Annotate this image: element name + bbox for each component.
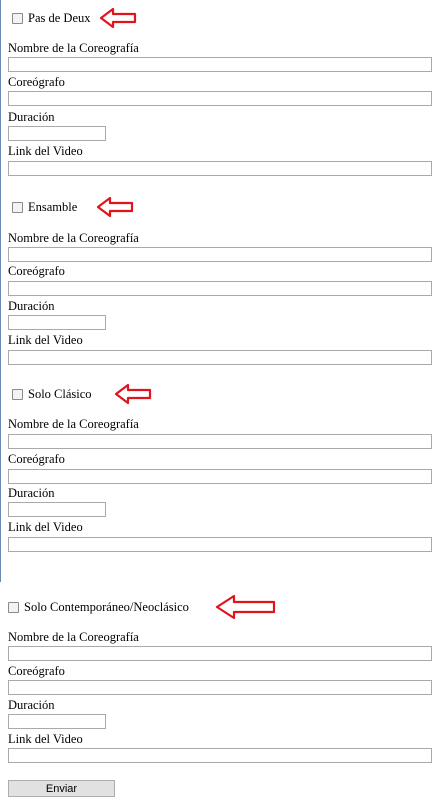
left-edge-line	[0, 0, 1, 582]
coreografo-input[interactable]	[8, 281, 432, 296]
nombre-label: Nombre de la Coreografía	[8, 417, 139, 431]
duracion-label: Duración	[8, 299, 55, 313]
nombre-label: Nombre de la Coreografía	[8, 630, 139, 644]
link-label: Link del Video	[8, 520, 83, 534]
checkbox-row-pas-de-deux[interactable]: Pas de Deux	[12, 11, 91, 26]
nombre-input[interactable]	[8, 247, 432, 262]
duracion-input[interactable]	[8, 502, 106, 517]
annotation-arrow-icon	[114, 383, 152, 405]
enviar-button[interactable]: Enviar	[8, 780, 115, 797]
nombre-label: Nombre de la Coreografía	[8, 231, 139, 245]
link-label: Link del Video	[8, 144, 83, 158]
duracion-label: Duración	[8, 486, 55, 500]
checkbox-label: Pas de Deux	[28, 11, 91, 25]
link-label: Link del Video	[8, 732, 83, 746]
nombre-input[interactable]	[8, 646, 432, 661]
coreografo-input[interactable]	[8, 91, 432, 106]
checkbox-label: Solo Contemporáneo/Neoclásico	[24, 600, 189, 614]
annotation-arrow-icon	[215, 594, 276, 620]
link-input[interactable]	[8, 537, 432, 552]
annotation-arrow-icon	[96, 196, 134, 218]
checkbox[interactable]	[12, 389, 23, 400]
coreografo-label: Coreógrafo	[8, 452, 65, 466]
nombre-input[interactable]	[8, 434, 432, 449]
duracion-input[interactable]	[8, 126, 106, 141]
annotation-arrow-icon	[99, 7, 137, 29]
checkbox-label: Ensamble	[28, 200, 78, 214]
checkbox[interactable]	[12, 13, 23, 24]
link-input[interactable]	[8, 161, 432, 176]
coreografo-label: Coreógrafo	[8, 75, 65, 89]
link-label: Link del Video	[8, 333, 83, 347]
checkbox-row-ensamble[interactable]: Ensamble	[12, 200, 77, 215]
coreografo-label: Coreógrafo	[8, 664, 65, 678]
coreografo-input[interactable]	[8, 469, 432, 484]
nombre-label: Nombre de la Coreografía	[8, 41, 139, 55]
checkbox[interactable]	[8, 602, 19, 613]
checkbox-label: Solo Clásico	[28, 387, 92, 401]
link-input[interactable]	[8, 350, 432, 365]
checkbox[interactable]	[12, 202, 23, 213]
nombre-input[interactable]	[8, 57, 432, 72]
duracion-label: Duración	[8, 110, 55, 124]
duracion-label: Duración	[8, 698, 55, 712]
coreografo-label: Coreógrafo	[8, 264, 65, 278]
duracion-input[interactable]	[8, 315, 106, 330]
coreografo-input[interactable]	[8, 680, 432, 695]
duracion-input[interactable]	[8, 714, 106, 729]
checkbox-row-solo-contemporaneo[interactable]: Solo Contemporáneo/Neoclásico	[8, 600, 189, 615]
link-input[interactable]	[8, 748, 432, 763]
checkbox-row-solo-clasico[interactable]: Solo Clásico	[12, 387, 92, 402]
